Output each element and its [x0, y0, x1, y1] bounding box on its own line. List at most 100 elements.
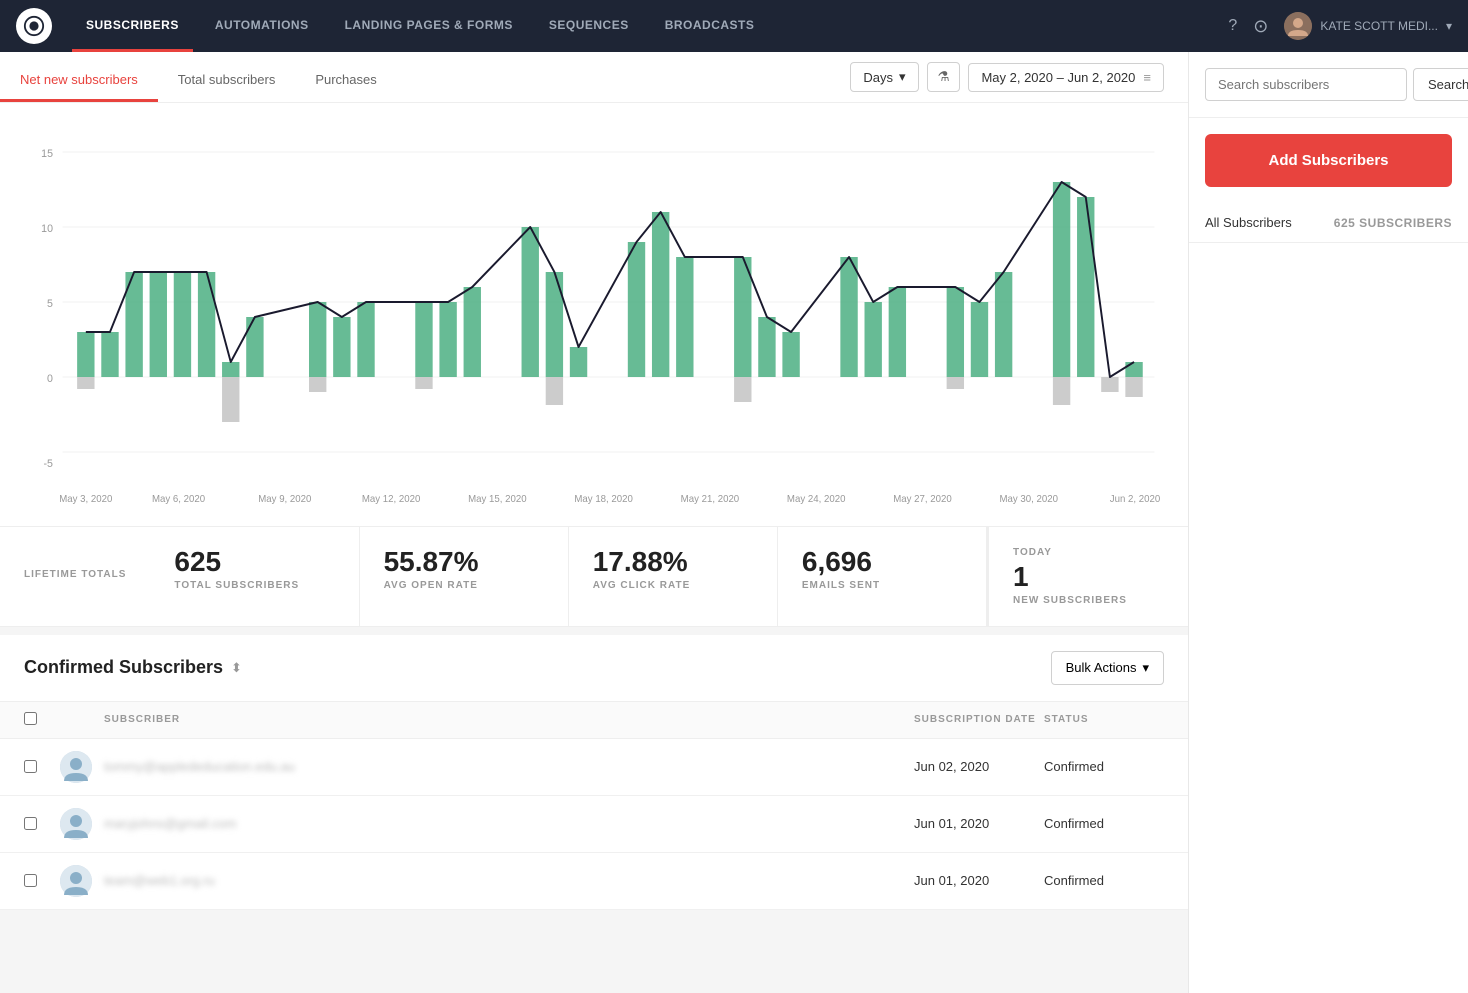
- subscription-date: Jun 02, 2020: [914, 759, 1044, 774]
- tabs-area: Net new subscribers Total subscribers Pu…: [0, 52, 1188, 103]
- tab-total[interactable]: Total subscribers: [158, 56, 296, 102]
- subscriber-email: team@web1.org.ru: [104, 873, 914, 888]
- nav-item-subscribers[interactable]: SUBSCRIBERS: [72, 0, 193, 52]
- right-all-subscribers[interactable]: All Subscribers 625 SUBSCRIBERS: [1189, 203, 1468, 243]
- search-area: Search: [1189, 52, 1468, 118]
- subscriber-email: tommy@applededucation.edu.au: [104, 759, 914, 774]
- tab-net-new[interactable]: Net new subscribers: [0, 56, 158, 102]
- help-icon[interactable]: ?: [1228, 17, 1237, 35]
- row-checkbox-cell: [24, 874, 60, 887]
- bulk-chevron-icon: ▾: [1142, 660, 1149, 676]
- today-label: TODAY: [1013, 547, 1164, 558]
- loading-icon: ⊙: [1253, 16, 1268, 37]
- sort-icon[interactable]: ⬍: [231, 660, 242, 676]
- filter-icon: ⚗: [938, 69, 950, 84]
- table-row: team@web1.org.ru Jun 01, 2020 Confirmed: [0, 853, 1188, 910]
- svg-text:May 30, 2020: May 30, 2020: [999, 494, 1058, 505]
- row-checkbox-cell: [24, 760, 60, 773]
- table-row: maryjohns@gmail.com Jun 01, 2020 Confirm…: [0, 796, 1188, 853]
- click-rate-value: 17.88%: [593, 547, 753, 578]
- email-text: maryjohns@gmail.com: [104, 816, 236, 831]
- header-subscriber: SUBSCRIBER: [104, 714, 914, 725]
- select-all-checkbox[interactable]: [24, 712, 37, 725]
- search-button[interactable]: Search: [1413, 68, 1468, 101]
- chart-area: 15 10 5 0 -5: [0, 103, 1188, 527]
- click-rate-label: AVG CLICK RATE: [593, 580, 753, 591]
- total-subscribers-label: TOTAL SUBSCRIBERS: [174, 580, 334, 591]
- emails-sent-value: 6,696: [802, 547, 962, 578]
- stat-emails-sent: 6,696 EMAILS SENT: [778, 527, 987, 626]
- nav-item-landing-pages[interactable]: LANDING PAGES & FORMS: [331, 0, 527, 52]
- svg-text:May 9, 2020: May 9, 2020: [258, 494, 312, 505]
- row-checkbox[interactable]: [24, 760, 37, 773]
- days-chevron-icon: ▾: [899, 69, 906, 85]
- search-input[interactable]: [1205, 68, 1407, 101]
- bulk-actions-button[interactable]: Bulk Actions ▾: [1051, 651, 1164, 685]
- svg-text:May 15, 2020: May 15, 2020: [468, 494, 527, 505]
- nav-item-sequences[interactable]: SEQUENCES: [535, 0, 643, 52]
- svg-text:May 3, 2020: May 3, 2020: [59, 494, 113, 505]
- svg-text:-5: -5: [44, 458, 53, 470]
- calendar-icon: ≡: [1143, 70, 1151, 85]
- status-cell: Confirmed: [1044, 873, 1164, 888]
- open-rate-label: AVG OPEN RATE: [384, 580, 544, 591]
- subscription-date: Jun 01, 2020: [914, 816, 1044, 831]
- all-subscribers-count: 625 SUBSCRIBERS: [1334, 216, 1452, 230]
- emails-sent-label: EMAILS SENT: [802, 580, 962, 591]
- header-status: STATUS: [1044, 714, 1164, 725]
- stat-total-subscribers: 625 TOTAL SUBSCRIBERS: [150, 527, 359, 626]
- nav-item-broadcasts[interactable]: BROADCASTS: [651, 0, 769, 52]
- svg-text:0: 0: [47, 373, 53, 385]
- row-checkbox[interactable]: [24, 817, 37, 830]
- subscriber-avatar-icon: [60, 751, 92, 783]
- nav-username: KATE SCOTT MEDI...: [1320, 19, 1438, 33]
- new-subscribers-label: NEW SUBSCRIBERS: [1013, 595, 1164, 606]
- lifetime-label: LIFETIME TOTALS: [0, 527, 150, 626]
- stat-open-rate: 55.87% AVG OPEN RATE: [360, 527, 569, 626]
- table-row: tommy@applededucation.edu.au Jun 02, 202…: [0, 739, 1188, 796]
- tab-purchases[interactable]: Purchases: [295, 56, 396, 102]
- chart-svg: 15 10 5 0 -5: [24, 127, 1164, 507]
- svg-text:Jun 2, 2020: Jun 2, 2020: [1110, 494, 1161, 505]
- stat-click-rate: 17.88% AVG CLICK RATE: [569, 527, 778, 626]
- status-badge: Confirmed: [1044, 816, 1104, 831]
- svg-text:10: 10: [41, 223, 53, 235]
- svg-text:May 6, 2020: May 6, 2020: [152, 494, 206, 505]
- filter-button[interactable]: ⚗: [927, 62, 961, 92]
- date-range-picker[interactable]: May 2, 2020 – Jun 2, 2020 ≡: [968, 63, 1164, 92]
- nav-bar: SUBSCRIBERS AUTOMATIONS LANDING PAGES & …: [0, 0, 1468, 52]
- nav-logo[interactable]: [16, 8, 52, 44]
- row-checkbox[interactable]: [24, 874, 37, 887]
- open-rate-value: 55.87%: [384, 547, 544, 578]
- days-dropdown[interactable]: Days ▾: [850, 62, 918, 92]
- status-badge: Confirmed: [1044, 759, 1104, 774]
- header-date: SUBSCRIPTION DATE: [914, 714, 1044, 725]
- add-subscribers-button[interactable]: Add Subscribers: [1205, 134, 1452, 187]
- email-text: team@web1.org.ru: [104, 873, 215, 888]
- filter-controls: Days ▾ ⚗ May 2, 2020 – Jun 2, 2020 ≡: [826, 52, 1188, 102]
- status-badge: Confirmed: [1044, 873, 1104, 888]
- subscriber-email: maryjohns@gmail.com: [104, 816, 914, 831]
- table-section: Confirmed Subscribers ⬍ Bulk Actions ▾ S…: [0, 635, 1188, 910]
- row-avatar: [60, 751, 104, 783]
- stats-bar: LIFETIME TOTALS 625 TOTAL SUBSCRIBERS 55…: [0, 527, 1188, 627]
- status-cell: Confirmed: [1044, 759, 1164, 774]
- svg-text:May 27, 2020: May 27, 2020: [893, 494, 952, 505]
- email-text: tommy@applededucation.edu.au: [104, 759, 295, 774]
- left-panel: Net new subscribers Total subscribers Pu…: [0, 52, 1188, 993]
- nav-item-automations[interactable]: AUTOMATIONS: [201, 0, 323, 52]
- lifetime-totals-label: LIFETIME TOTALS: [24, 569, 126, 580]
- all-subscribers-label: All Subscribers: [1205, 215, 1292, 230]
- main-content: Net new subscribers Total subscribers Pu…: [0, 52, 1468, 993]
- right-panel: Search Add Subscribers All Subscribers 6…: [1188, 52, 1468, 993]
- svg-text:May 21, 2020: May 21, 2020: [681, 494, 740, 505]
- total-subscribers-value: 625: [174, 547, 334, 578]
- svg-text:May 18, 2020: May 18, 2020: [574, 494, 633, 505]
- svg-text:May 24, 2020: May 24, 2020: [787, 494, 846, 505]
- status-cell: Confirmed: [1044, 816, 1164, 831]
- avatar: [1284, 12, 1312, 40]
- nav-chevron-icon: ▾: [1446, 19, 1452, 33]
- nav-user[interactable]: KATE SCOTT MEDI... ▾: [1284, 12, 1452, 40]
- row-checkbox-cell: [24, 817, 60, 830]
- subscription-date: Jun 01, 2020: [914, 873, 1044, 888]
